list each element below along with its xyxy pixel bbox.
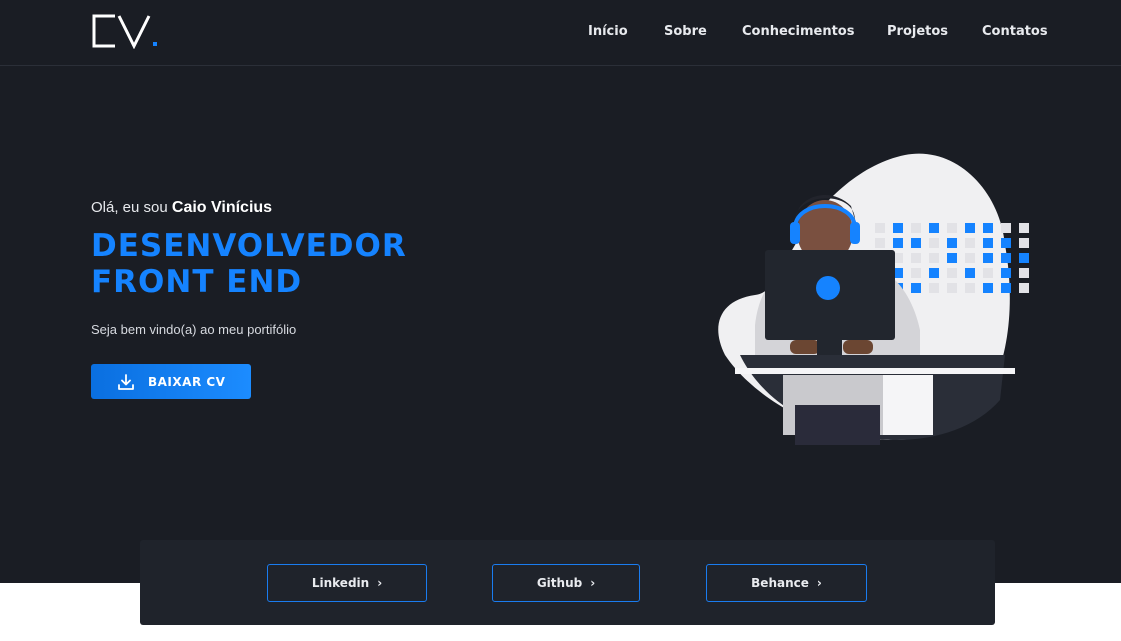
download-cv-button[interactable]: BAIXAR CV xyxy=(91,364,251,399)
chevron-right-icon: › xyxy=(377,576,383,590)
nav-projetos-link[interactable]: Projetos xyxy=(887,24,948,39)
linkedin-label: Linkedin xyxy=(311,576,370,590)
hero-greeting: Olá, eu sou Caio Vinícius xyxy=(91,199,272,217)
cv-logo[interactable] xyxy=(91,13,161,49)
github-label: Github xyxy=(536,576,583,590)
chevron-right-icon: › xyxy=(590,576,596,590)
hero-title: DESENVOLVEDOR FRONT END xyxy=(91,228,407,300)
nav-conhecimentos-link[interactable]: Conhecimentos xyxy=(742,24,854,39)
nav-sobre-link[interactable]: Sobre xyxy=(664,24,707,39)
nav-inicio-link[interactable]: Início xyxy=(588,24,628,39)
hero-subtitle: Seja bem vindo(a) ao meu portifólio xyxy=(91,322,297,337)
download-cv-label: BAIXAR CV xyxy=(148,374,226,389)
behance-button[interactable]: Behance › xyxy=(706,564,867,602)
github-button[interactable]: Github › xyxy=(492,564,640,602)
behance-label: Behance xyxy=(751,576,809,590)
developer-illustration xyxy=(718,153,1029,445)
social-links-bar: Linkedin › Github › Behance › xyxy=(140,540,995,625)
chevron-right-icon: › xyxy=(816,576,822,590)
hero-title-line1: DESENVOLVEDOR xyxy=(91,228,407,264)
hero-title-line2: FRONT END xyxy=(91,264,303,300)
linkedin-button[interactable]: Linkedin › xyxy=(267,564,427,602)
top-header: Início Sobre Conhecimentos Projetos Cont… xyxy=(0,0,1121,66)
greeting-name: Caio Vinícius xyxy=(171,199,273,216)
greeting-prefix: Olá, eu sou xyxy=(91,199,172,216)
download-icon xyxy=(118,373,134,390)
nav-contatos-link[interactable]: Contatos xyxy=(982,24,1048,39)
